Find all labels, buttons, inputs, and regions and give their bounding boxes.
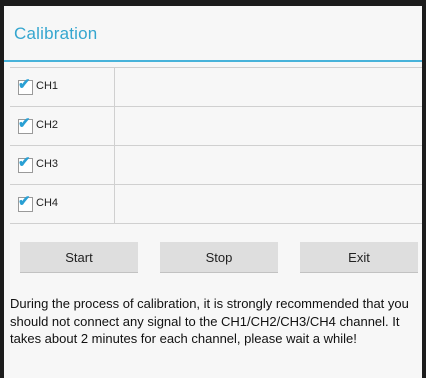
dialog-title: Calibration (14, 24, 98, 43)
checkbox-checked-icon: ✔ (18, 76, 31, 93)
dialog-title-bar: Calibration (4, 6, 422, 60)
title-divider (4, 60, 422, 62)
checkbox-checked-icon: ✔ (18, 193, 31, 210)
channel-label-ch1: CH1 (36, 80, 59, 92)
channel-cell-ch1[interactable]: ✔ CH1 (10, 68, 115, 106)
checkbox-ch3[interactable]: ✔ (18, 154, 33, 173)
checkbox-ch4[interactable]: ✔ (18, 193, 33, 212)
stop-button[interactable]: Stop (160, 242, 278, 273)
channel-row-ch3: ✔ CH3 (10, 146, 422, 185)
channel-label-ch2: CH2 (36, 119, 59, 131)
calibration-dialog: Calibration ✔ CH1 ✔ CH2 ✔ CH3 ✔ CH4 Star… (4, 6, 422, 378)
channel-cell-ch3[interactable]: ✔ CH3 (10, 146, 115, 184)
channel-label-ch4: CH4 (36, 197, 59, 209)
start-button[interactable]: Start (20, 242, 138, 273)
checkbox-ch1[interactable]: ✔ (18, 76, 33, 95)
channel-row-ch4: ✔ CH4 (10, 185, 422, 224)
channel-row-ch2: ✔ CH2 (10, 107, 422, 146)
channel-label-ch3: CH3 (36, 158, 59, 170)
checkbox-ch2[interactable]: ✔ (18, 115, 33, 134)
checkbox-checked-icon: ✔ (18, 115, 31, 132)
button-row: Start Stop Exit (4, 242, 422, 274)
calibration-warning-message: During the process of calibration, it is… (10, 296, 409, 346)
channel-row-ch1: ✔ CH1 (10, 68, 422, 107)
exit-button[interactable]: Exit (300, 242, 418, 273)
channel-cell-ch2[interactable]: ✔ CH2 (10, 107, 115, 145)
channel-table: ✔ CH1 ✔ CH2 ✔ CH3 ✔ CH4 (10, 67, 422, 224)
channel-cell-ch4[interactable]: ✔ CH4 (10, 185, 115, 223)
checkbox-checked-icon: ✔ (18, 154, 31, 171)
